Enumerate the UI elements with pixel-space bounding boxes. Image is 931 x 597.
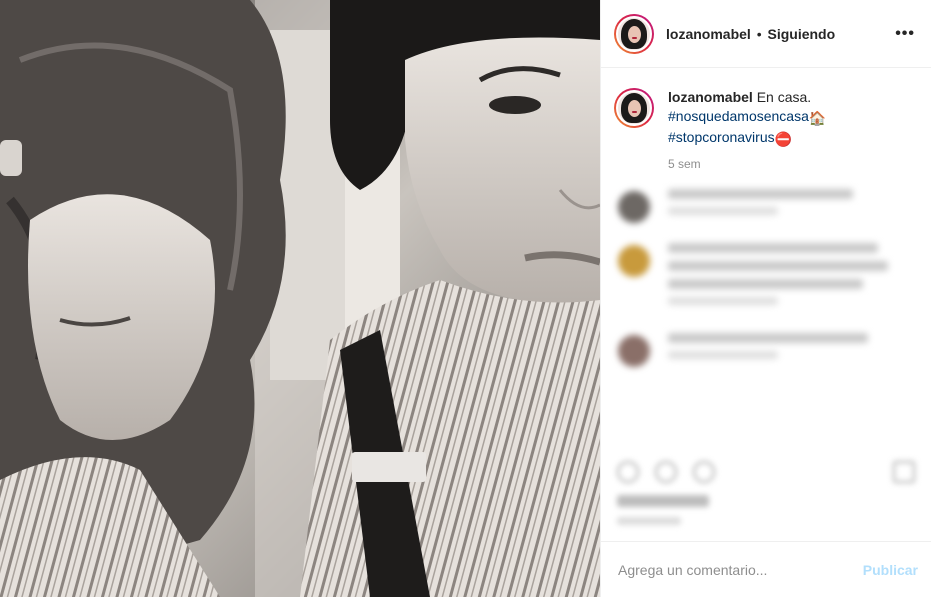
blurred-comments xyxy=(614,189,915,367)
comment-icon[interactable] xyxy=(655,461,677,483)
comments-section: lozanomabel En casa. #nosquedamosencasa🏠… xyxy=(601,68,931,451)
comment-avatar xyxy=(618,245,650,277)
caption-body: En casa. xyxy=(756,89,812,105)
heart-icon[interactable] xyxy=(617,461,639,483)
post-header: lozanomabel • Siguiendo ••• xyxy=(601,0,931,68)
caption-username[interactable]: lozanomabel xyxy=(668,89,753,105)
caption: lozanomabel En casa. #nosquedamosencasa🏠… xyxy=(614,88,915,149)
ellipsis-icon[interactable]: ••• xyxy=(895,25,915,43)
publish-button[interactable]: Publicar xyxy=(863,562,918,578)
caption-text: lozanomabel En casa. #nosquedamosencasa🏠… xyxy=(668,88,826,149)
hashtag-link[interactable]: #stopcoronavirus xyxy=(668,129,775,145)
bookmark-icon[interactable] xyxy=(893,461,915,483)
comment-row xyxy=(614,243,915,313)
avatar[interactable] xyxy=(616,15,652,52)
post-actions xyxy=(601,451,931,541)
house-emoji-icon: 🏠 xyxy=(808,110,827,126)
comment-avatar xyxy=(618,191,650,223)
separator-dot: • xyxy=(756,25,762,42)
caption-avatar[interactable] xyxy=(616,90,652,126)
comment-input[interactable] xyxy=(618,561,863,578)
share-icon[interactable] xyxy=(693,461,715,483)
caption-story-ring[interactable] xyxy=(614,88,654,128)
post-author: lozanomabel • Siguiendo xyxy=(666,26,895,42)
instagram-post-modal: lozanomabel • Siguiendo ••• lozanomabel … xyxy=(0,0,931,597)
photo-image xyxy=(0,0,600,597)
likes-count xyxy=(617,495,709,507)
comment-row xyxy=(614,333,915,367)
comment-row xyxy=(614,189,915,223)
post-time[interactable]: 5 sem xyxy=(668,157,915,171)
comment-avatar xyxy=(618,335,650,367)
post-photo[interactable] xyxy=(0,0,600,597)
add-comment-bar: Publicar xyxy=(601,541,931,597)
follow-status[interactable]: Siguiendo xyxy=(767,26,835,42)
post-date xyxy=(617,517,681,525)
post-sidebar: lozanomabel • Siguiendo ••• lozanomabel … xyxy=(600,0,931,597)
username-link[interactable]: lozanomabel xyxy=(666,26,751,42)
no-entry-emoji-icon: ⛔ xyxy=(774,131,793,147)
story-ring[interactable] xyxy=(614,13,654,54)
hashtag-link[interactable]: #nosquedamosencasa xyxy=(668,108,809,124)
